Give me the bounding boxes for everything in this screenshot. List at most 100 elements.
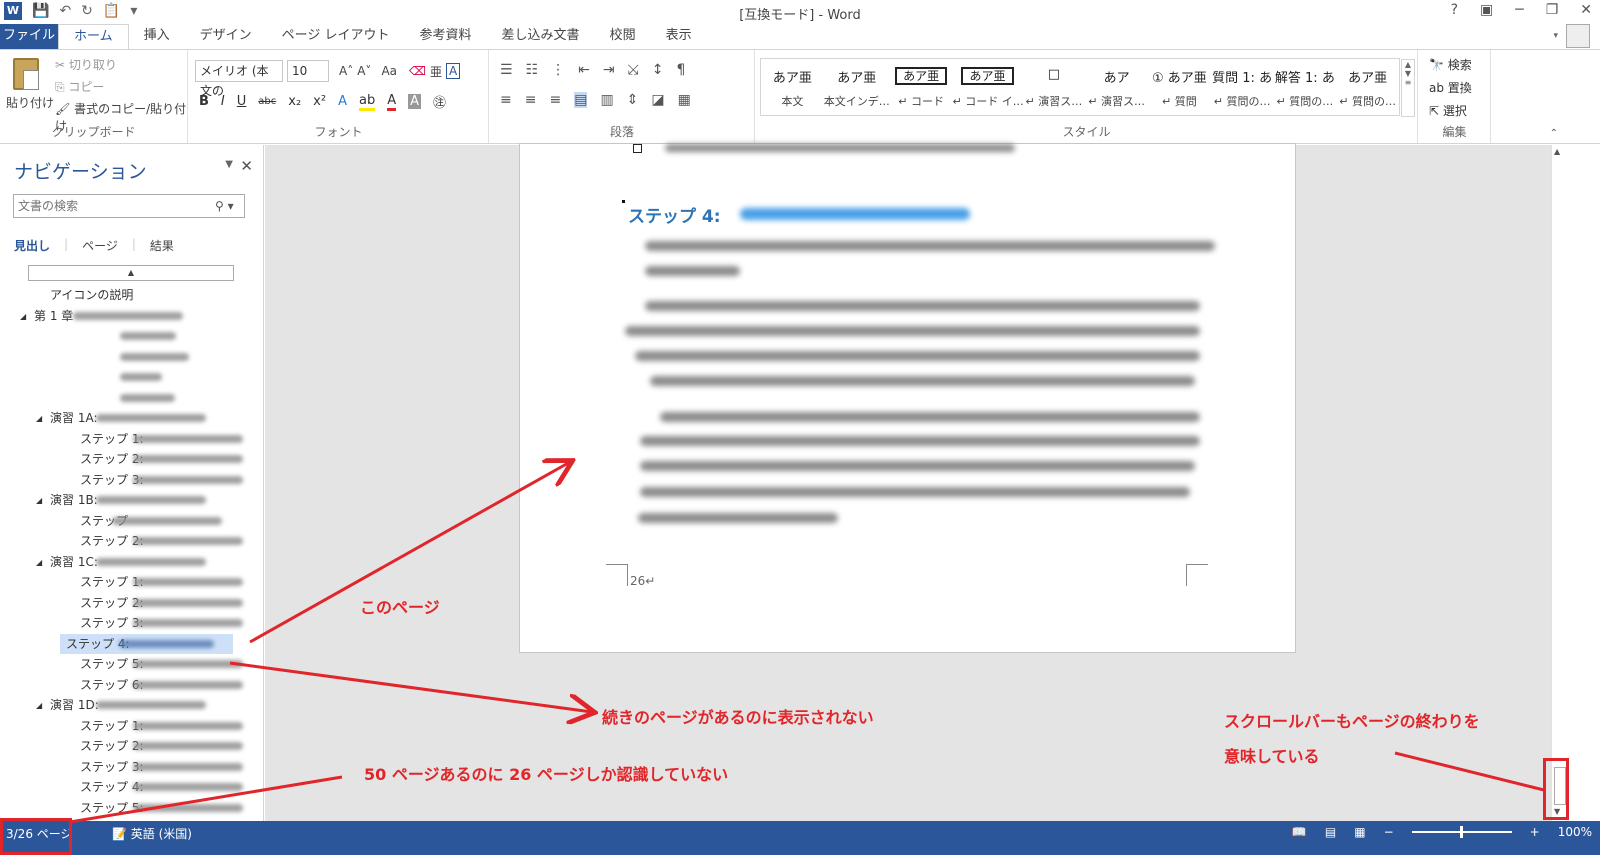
increase-indent-icon[interactable]: ⇥ — [603, 62, 615, 78]
read-mode-icon[interactable]: 📖 — [1292, 825, 1307, 839]
nav-heading-item[interactable]: ステップ 4: — [60, 633, 233, 654]
tab-page-layout[interactable]: ページ レイアウト — [267, 24, 405, 50]
expand-triangle-icon[interactable]: ◢ — [20, 307, 26, 327]
font-size-select[interactable]: 10 — [287, 60, 329, 82]
subscript-button[interactable]: x₂ — [288, 94, 301, 109]
tab-mailings[interactable]: 差し込み文書 — [487, 24, 595, 50]
decrease-indent-icon[interactable]: ⇤ — [578, 62, 590, 78]
nav-heading-item[interactable]: ステップ — [0, 511, 263, 532]
cut-button[interactable]: ✂ 切り取り — [55, 56, 187, 73]
nav-tab-pages[interactable]: ページ — [82, 237, 118, 254]
superscript-button[interactable]: x² — [313, 94, 326, 109]
nav-heading-item[interactable]: ステップ 2: — [0, 736, 263, 757]
enclose-char-button[interactable]: ㊟ — [433, 92, 446, 111]
help-icon[interactable]: ? — [1451, 2, 1458, 18]
search-icon[interactable]: ⚲ ▾ — [215, 199, 234, 213]
paste-button[interactable]: 貼り付け — [6, 58, 54, 111]
style-item[interactable]: 質問 1: あ ↵ 質問の… — [1211, 59, 1274, 115]
nav-heading-item[interactable]: ステップ 2: — [0, 593, 263, 614]
italic-button[interactable]: I — [221, 94, 225, 109]
collapse-ribbon-icon[interactable]: ⌃ — [1550, 128, 1558, 139]
nav-options-icon[interactable]: ▼ — [225, 159, 233, 170]
show-marks-icon[interactable]: ¶ — [677, 62, 686, 78]
style-item[interactable]: あア亜 ↵ コード — [890, 59, 953, 115]
line-spacing-icon[interactable]: ⇕ — [627, 92, 639, 108]
tab-file[interactable]: ファイル — [0, 24, 58, 50]
nav-heading-item[interactable]: ステップ 1: — [0, 429, 263, 450]
nav-heading-item[interactable]: ◢ 第 1 章 — [0, 306, 263, 327]
shrink-font-button[interactable]: A˅ — [357, 64, 371, 78]
strikethrough-button[interactable]: abc — [258, 96, 276, 107]
style-item[interactable]: あア亜 本文 — [761, 59, 824, 115]
nav-tab-results[interactable]: 結果 — [150, 237, 174, 254]
justify-icon[interactable]: ▤ — [574, 92, 588, 108]
copy-button[interactable]: ⎘ コピー — [55, 78, 187, 95]
expand-triangle-icon[interactable]: ◢ — [36, 553, 42, 573]
nav-heading-item[interactable] — [0, 326, 263, 347]
ribbon-display-icon[interactable]: ▣ — [1480, 2, 1493, 18]
align-left-icon[interactable]: ≡ — [500, 92, 512, 108]
char-shading-button[interactable]: A — [408, 94, 422, 109]
vertical-scrollbar[interactable]: ▲ ▼ — [1551, 145, 1567, 821]
bullets-icon[interactable]: ☰ — [500, 62, 513, 78]
expand-triangle-icon[interactable]: ◢ — [36, 696, 42, 716]
nav-heading-item[interactable] — [0, 347, 263, 368]
zoom-in-icon[interactable]: + — [1530, 825, 1540, 839]
nav-heading-item[interactable]: ステップ 1: — [0, 572, 263, 593]
tab-design[interactable]: デザイン — [185, 24, 267, 50]
style-item[interactable]: あア亜 本文インデ… — [824, 59, 890, 115]
nav-heading-item[interactable]: ◢ 演習 1A: — [0, 408, 263, 429]
tab-insert[interactable]: 挿入 — [129, 24, 185, 50]
asian-layout-icon[interactable]: ⤩ — [628, 62, 639, 78]
change-case-button[interactable]: Aa — [381, 64, 397, 78]
zoom-level[interactable]: 100% — [1558, 825, 1592, 839]
sort-icon[interactable]: ↕ — [652, 62, 664, 78]
style-item[interactable]: あア亜 ↵ 質問の… — [1336, 59, 1399, 115]
underline-button[interactable]: U — [237, 94, 247, 109]
select-button[interactable]: ⇱ 選択 — [1429, 102, 1472, 119]
nav-heading-item[interactable]: ステップ 5: — [0, 798, 263, 819]
nav-heading-item[interactable] — [0, 367, 263, 388]
align-center-icon[interactable]: ≡ — [525, 92, 537, 108]
nav-heading-item[interactable]: ◢ 演習 1D: — [0, 695, 263, 716]
numbering-icon[interactable]: ☷ — [526, 62, 539, 78]
nav-heading-item[interactable]: ステップ 3: — [0, 613, 263, 634]
close-icon[interactable]: ✕ — [1580, 2, 1592, 18]
nav-close-icon[interactable]: ✕ — [240, 157, 253, 175]
nav-heading-item[interactable]: ステップ 3: — [0, 470, 263, 491]
nav-heading-item[interactable]: ステップ 2: — [0, 531, 263, 552]
tab-view[interactable]: 表示 — [651, 24, 707, 50]
nav-scroll-up-button[interactable]: ▲ — [28, 265, 234, 281]
web-layout-icon[interactable]: ▦ — [1354, 825, 1365, 839]
align-right-icon[interactable]: ≡ — [549, 92, 561, 108]
scroll-up-arrow-icon[interactable]: ▲ — [1554, 147, 1560, 156]
expand-triangle-icon[interactable]: ◢ — [36, 409, 42, 429]
highlight-button[interactable]: ab — [358, 93, 376, 111]
multilevel-list-icon[interactable]: ⋮ — [551, 62, 565, 78]
font-name-select[interactable]: メイリオ (本文の — [195, 60, 283, 98]
text-effects-button[interactable]: A — [338, 94, 347, 109]
nav-heading-item[interactable]: アイコンの説明 — [0, 285, 263, 306]
replace-button[interactable]: ab 置換 — [1429, 79, 1472, 96]
nav-heading-item[interactable]: ステップ 5: — [0, 654, 263, 675]
nav-tab-headings[interactable]: 見出し — [14, 237, 50, 254]
style-item[interactable]: □ ↵ 演習ス… — [1023, 59, 1086, 115]
nav-heading-item[interactable]: ステップ 3: — [0, 757, 263, 778]
restore-icon[interactable]: ❐ — [1546, 2, 1559, 18]
style-item[interactable]: 解答 1: あ ↵ 質問の… — [1274, 59, 1337, 115]
find-button[interactable]: 🔭 検索 — [1429, 56, 1472, 73]
tab-home[interactable]: ホーム — [58, 24, 129, 50]
language-status[interactable]: 📝 英語 (米国) — [112, 825, 192, 842]
nav-heading-item[interactable]: ステップ 1: — [0, 716, 263, 737]
style-item[interactable]: ① あア亜 ↵ 質問 — [1148, 59, 1211, 115]
shading-icon[interactable]: ◪ — [651, 92, 664, 108]
style-item[interactable]: あア ↵ 演習ス… — [1085, 59, 1148, 115]
borders-icon[interactable]: ▦ — [678, 92, 691, 108]
tab-review[interactable]: 校閲 — [595, 24, 651, 50]
minimize-icon[interactable]: ─ — [1515, 2, 1523, 18]
avatar[interactable] — [1566, 24, 1590, 48]
font-color-button[interactable]: A — [387, 93, 397, 111]
document-page[interactable]: ステップ 4: 26↵ — [519, 143, 1296, 653]
clear-format-icon[interactable]: ⌫ — [409, 64, 426, 78]
nav-search-input[interactable] — [13, 194, 245, 218]
